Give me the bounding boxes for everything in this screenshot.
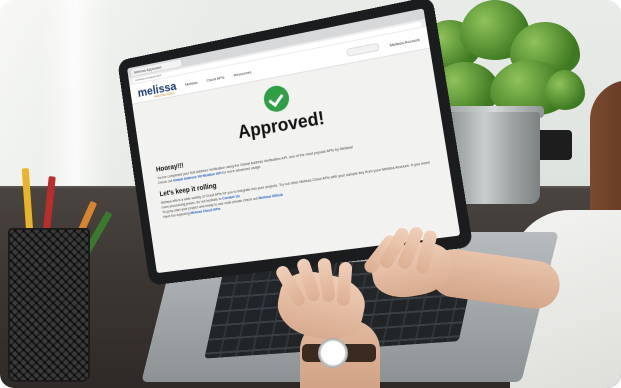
photo-scene: Melissa Approved melissa.com/approved me… [0,0,621,388]
nav-item-cloud-apis[interactable]: Cloud APIs [206,74,225,82]
plant-leaf [545,70,585,110]
nav-item-melissa[interactable]: Melissa [185,79,198,86]
watch-face [318,338,348,368]
paragraph: Check out [157,178,173,185]
check-circle-icon [262,83,291,114]
search-input[interactable] [346,42,380,57]
account-menu[interactable]: Melissa Account [389,36,420,47]
nav-item-resources[interactable]: Resources [233,69,252,77]
pencil-cup [8,228,90,382]
